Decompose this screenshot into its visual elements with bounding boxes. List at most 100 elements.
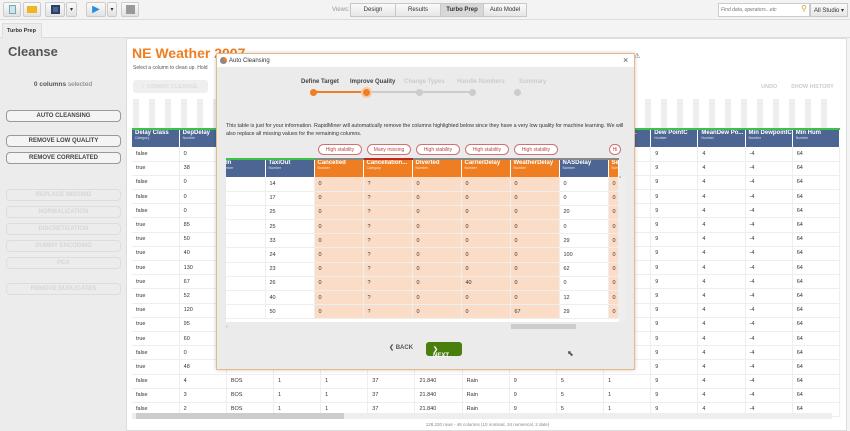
column-type: Number [654, 136, 667, 140]
column-header[interactable]: Dew PointC Number [650, 128, 699, 147]
sidebar-button-replace-missing[interactable]: REPLACE MISSING [6, 189, 121, 201]
table-cell: false [132, 203, 180, 219]
dialog-cell: ? [363, 191, 413, 206]
table-cell: 3 [179, 388, 227, 403]
vertical-scrollbar[interactable]: ^ [619, 176, 626, 322]
table-row[interactable]: false 3 BOS 1 1 37 21.840 Rain 9 5 1 9 4 -4 64 [132, 388, 841, 403]
open-folder-icon[interactable] [23, 2, 41, 17]
column-header[interactable]: Min Hum Number [792, 128, 841, 147]
table-cell: 9 [650, 203, 699, 219]
table-cell: -4 [745, 161, 793, 176]
dialog-cell: 33 [265, 233, 315, 249]
view-turbo-prep[interactable]: Turbo Prep [440, 3, 484, 17]
table-cell: true [132, 161, 180, 176]
stop-icon[interactable] [121, 2, 139, 17]
dialog-cell: 100 [559, 247, 609, 263]
column-type: Number [611, 166, 618, 170]
view-auto-model[interactable]: Auto Model [483, 3, 527, 17]
run-dropdown-icon[interactable]: ▾ [107, 2, 117, 17]
sidebar-button-dummy-encoding[interactable]: DUMMY ENCODING [6, 240, 121, 252]
table-cell: 1 [603, 374, 652, 389]
table-row[interactable]: false 4 BOS 1 1 37 21.840 Rain 9 5 1 9 4 -4 64 [132, 374, 841, 389]
dialog-cell: 0 [314, 219, 364, 235]
back-button[interactable]: ❮ BACK [389, 344, 413, 351]
tab-turbo-prep[interactable]: Turbo Prep [2, 23, 42, 38]
horizontal-scrollbar[interactable] [132, 413, 832, 419]
next-button[interactable]: ❯ NEXT [426, 342, 462, 359]
save-dropdown-icon[interactable]: ▾ [66, 2, 77, 17]
run-icon[interactable]: ▶ [86, 2, 106, 17]
sidebar-button-auto-cleansing[interactable]: AUTO CLEANSING [6, 110, 121, 122]
show-history-button[interactable]: SHOW HISTORY [791, 84, 834, 90]
next-label: NEXT [433, 353, 450, 359]
column-type: Number [464, 166, 477, 170]
dialog-cell: 29 [559, 304, 609, 320]
sidebar-button-discretization[interactable]: DISCRETIZATION [6, 223, 121, 235]
column-header[interactable]: Min DewpointC Number [745, 128, 793, 147]
dialog-cell: 24 [265, 247, 315, 263]
studio-dropdown[interactable]: All Studio ▾ [810, 3, 848, 17]
table-cell: -4 [745, 331, 793, 347]
table-cell: true [132, 288, 180, 304]
column-header[interactable]: Delay Class Category [132, 128, 180, 147]
dialog-cell: 0 [412, 262, 462, 277]
sidebar-button-remove-low-quality[interactable]: REMOVE LOW QUALITY [6, 135, 121, 147]
sidebar-button-remove-duplicates[interactable]: REMOVE DUPLICATES [6, 283, 121, 295]
table-cell: 4 [179, 374, 227, 389]
table-cell: false [132, 388, 180, 403]
quality-badge: High stability [514, 144, 558, 155]
step-dot [416, 89, 423, 96]
table-cell: 64 [792, 203, 841, 219]
table-cell: -4 [745, 246, 793, 262]
column-type: Number [701, 136, 714, 140]
table-cell: -4 [745, 359, 793, 375]
column-header[interactable]: MeanDew Po... Number [697, 128, 746, 147]
table-cell: 9 [650, 232, 699, 247]
dialog-cell: 0 [608, 177, 619, 192]
search-icon[interactable]: ⚲ [801, 4, 807, 13]
table-cell: 4 [697, 345, 746, 361]
column-type: Number [226, 166, 234, 170]
table-cell: -4 [745, 203, 793, 219]
column-type: Number [317, 166, 330, 170]
table-cell: -4 [745, 288, 793, 304]
table-cell: 9 [650, 331, 699, 347]
table-cell: 4 [697, 260, 746, 276]
commit-cleanse-button[interactable]: ✓ COMMIT CLEANSE [133, 80, 208, 93]
new-file-icon[interactable] [3, 2, 21, 17]
dialog-table-row: 5240?0001000 [226, 247, 619, 263]
table-cell: 64 [792, 274, 841, 290]
sidebar-button-normalization[interactable]: NORMALIZATION [6, 206, 121, 218]
table-cell: BOS [226, 388, 274, 403]
view-results[interactable]: Results [395, 3, 441, 17]
save-icon[interactable] [45, 2, 65, 17]
dialog-table-row: 6230?000620 [226, 262, 619, 277]
dialog-horizontal-scrollbar[interactable]: ‹ [226, 324, 626, 330]
sidebar-title: Cleanse [8, 44, 58, 59]
dialog-cell [226, 219, 266, 235]
table-cell: false [132, 147, 180, 162]
table-cell: Rain [462, 388, 510, 403]
sidebar-button-remove-correlated[interactable]: REMOVE CORRELATED [6, 152, 121, 164]
close-icon[interactable]: × [623, 55, 628, 65]
table-cell: 9 [650, 217, 699, 233]
sidebar-button-pca[interactable]: PCA [6, 257, 121, 269]
undo-button[interactable]: UNDO [761, 84, 777, 90]
table-cell: false [132, 189, 180, 205]
dialog-titlebar: Auto Cleansing × [217, 54, 634, 67]
dialog-cell: 0 [314, 191, 364, 206]
dialog-cell [226, 205, 266, 221]
dialog-cell: 0 [510, 205, 560, 221]
dialog-description: This table is just for your information.… [226, 123, 624, 137]
table-cell: 9 [650, 288, 699, 304]
table-cell: true [132, 359, 180, 375]
table-cell: -4 [745, 345, 793, 361]
dialog-cell: ? [363, 177, 413, 192]
table-cell: true [132, 331, 180, 347]
dialog-cell: 0 [314, 177, 364, 192]
table-cell: 64 [792, 303, 841, 318]
search-input[interactable] [718, 3, 810, 17]
dialog-table[interactable]: xiInNumberTaxiOutNumberCancelledNumberCa… [226, 158, 619, 320]
dialog-cell: 0 [559, 191, 609, 206]
view-design[interactable]: Design [350, 3, 396, 17]
